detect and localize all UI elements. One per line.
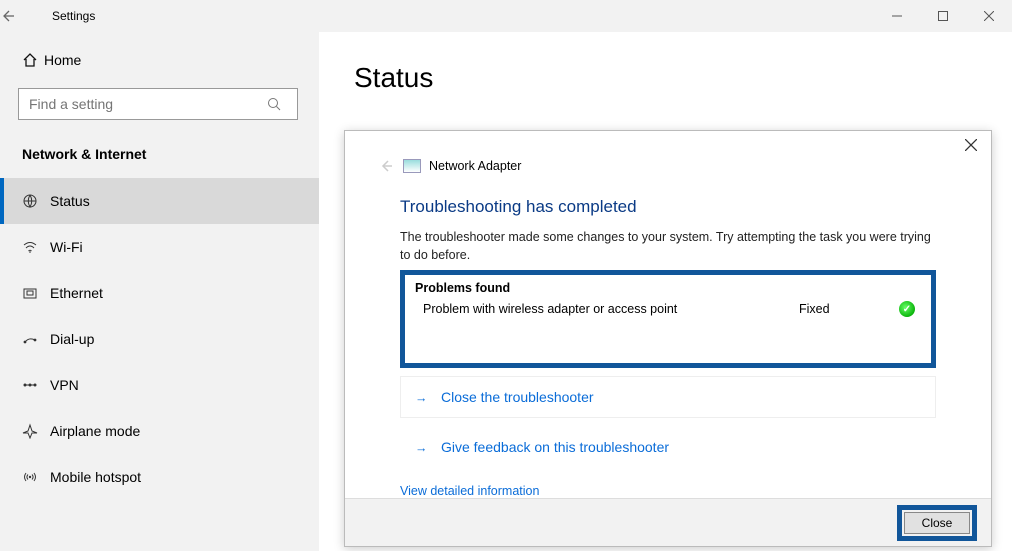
sidebar-item-wifi[interactable]: Wi-Fi [0, 224, 319, 270]
arrow-right-icon: → [415, 441, 428, 455]
sidebar-home-label: Home [44, 52, 81, 68]
sidebar-item-vpn[interactable]: VPN [0, 362, 319, 408]
close-troubleshooter-link[interactable]: → Close the troubleshooter [400, 376, 936, 418]
sidebar-category: Network & Internet [0, 138, 319, 178]
status-icon [22, 193, 50, 209]
sidebar-item-label: Dial-up [50, 331, 94, 347]
home-icon [22, 52, 44, 68]
problem-status: Fixed [799, 302, 899, 316]
troubleshoot-title: Troubleshooting has completed [400, 197, 936, 217]
minimize-icon[interactable] [874, 0, 920, 32]
search-input[interactable] [18, 88, 298, 120]
content-pane: Status Network Adapter Troubleshooting h… [320, 32, 1012, 551]
vpn-icon [22, 377, 50, 393]
troubleshooter-dialog: Network Adapter Troubleshooting has comp… [344, 130, 992, 547]
dialog-footer: Close [345, 498, 991, 546]
dialog-back-icon [379, 159, 403, 173]
search-icon [267, 97, 297, 111]
airplane-icon [22, 423, 50, 439]
network-adapter-icon [403, 159, 421, 173]
dialog-close-icon[interactable] [965, 139, 977, 151]
close-button-highlight: Close [897, 505, 977, 541]
close-window-icon[interactable] [966, 0, 1012, 32]
maximize-icon[interactable] [920, 0, 966, 32]
troubleshoot-description: The troubleshooter made some changes to … [400, 229, 936, 264]
close-troubleshooter-label: Close the troubleshooter [441, 389, 594, 405]
sidebar-item-label: Mobile hotspot [50, 469, 141, 485]
sidebar-item-status[interactable]: Status [0, 178, 319, 224]
back-icon[interactable] [0, 9, 48, 23]
check-icon: ✓ [899, 301, 921, 317]
sidebar-item-label: Status [50, 193, 90, 209]
problems-header: Problems found [415, 281, 921, 295]
window-title: Settings [48, 9, 874, 23]
sidebar-item-ethernet[interactable]: Ethernet [0, 270, 319, 316]
sidebar-home[interactable]: Home [0, 42, 319, 78]
sidebar-item-dialup[interactable]: Dial-up [0, 316, 319, 362]
problems-found-box: Problems found Problem with wireless ada… [400, 270, 936, 368]
dialup-icon [22, 331, 50, 347]
problem-row: Problem with wireless adapter or access … [415, 301, 921, 317]
close-button[interactable]: Close [904, 512, 970, 534]
wifi-icon [22, 239, 50, 255]
sidebar-item-label: Wi-Fi [50, 239, 83, 255]
give-feedback-link[interactable]: → Give feedback on this troubleshooter [400, 426, 936, 468]
search-field[interactable] [19, 96, 267, 112]
sidebar-item-label: VPN [50, 377, 79, 393]
sidebar-item-label: Airplane mode [50, 423, 140, 439]
sidebar-item-label: Ethernet [50, 285, 103, 301]
problem-text: Problem with wireless adapter or access … [423, 302, 799, 316]
ethernet-icon [22, 285, 50, 301]
arrow-right-icon: → [415, 391, 428, 405]
sidebar-item-airplane[interactable]: Airplane mode [0, 408, 319, 454]
hotspot-icon [22, 469, 50, 485]
sidebar-item-hotspot[interactable]: Mobile hotspot [0, 454, 319, 500]
page-title: Status [354, 62, 978, 94]
dialog-breadcrumb: Network Adapter [429, 159, 521, 173]
give-feedback-label: Give feedback on this troubleshooter [441, 439, 669, 455]
view-detailed-link[interactable]: View detailed information [400, 484, 539, 498]
window-titlebar: Settings [0, 0, 1012, 32]
sidebar: Home Network & Internet Status Wi-Fi Eth… [0, 32, 320, 551]
